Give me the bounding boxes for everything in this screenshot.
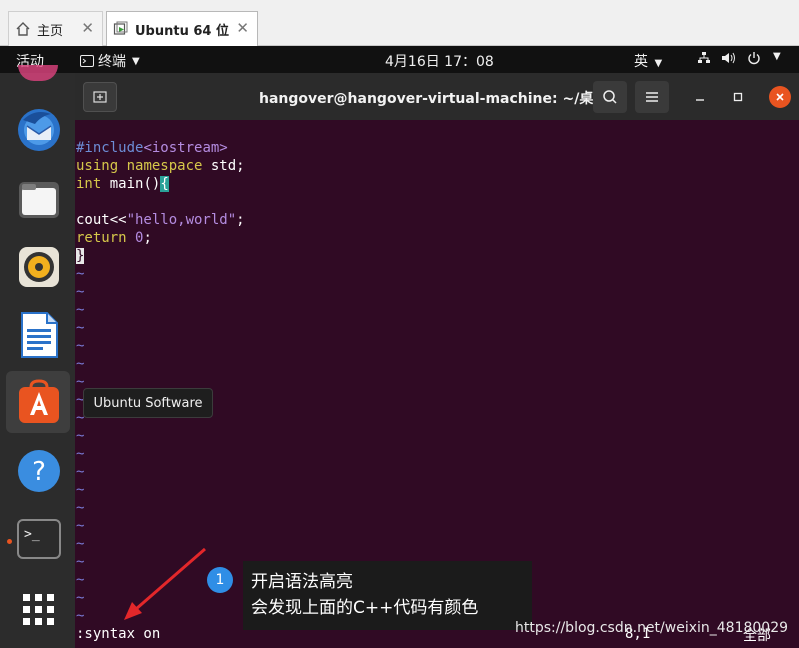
annotation-arrow	[124, 547, 206, 620]
annotation-box: 开启语法高亮 会发现上面的C++代码有颜色	[243, 561, 532, 630]
watermark: https://blog.csdn.net/weixin_48180029	[515, 620, 789, 636]
annotation-line-2: 会发现上面的C++代码有颜色	[251, 598, 479, 618]
annotation-number-badge: 1	[207, 567, 233, 593]
annotation-line-1: 开启语法高亮	[251, 572, 353, 592]
